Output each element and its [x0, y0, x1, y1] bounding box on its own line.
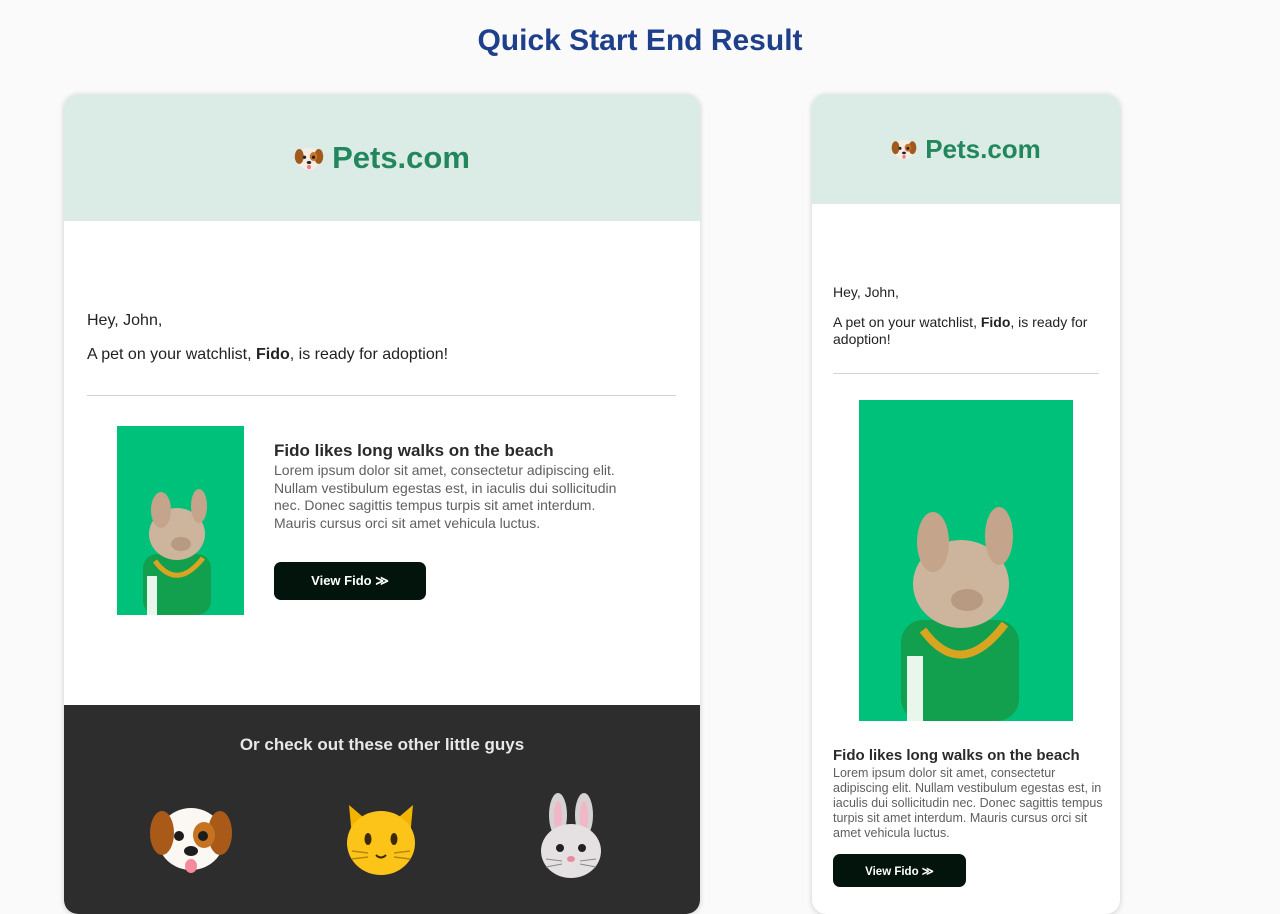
brand-name: Pets.com [925, 133, 1041, 164]
dog-face-icon [891, 136, 917, 162]
view-fido-button[interactable]: View Fido ≫ [274, 562, 426, 600]
greeting-text: Hey, John, [833, 284, 899, 300]
adoption-message: A pet on your watchlist, Fido, is ready … [833, 314, 1095, 348]
pet-name: Fido [980, 314, 1011, 330]
message-before: A pet on your watchlist, [833, 314, 981, 330]
divider [87, 395, 676, 396]
divider [833, 373, 1099, 374]
rabbit-face-icon[interactable] [526, 793, 616, 883]
email-header: Pets.com [812, 94, 1120, 204]
dog-face-icon[interactable] [146, 793, 236, 883]
email-header: Pets.com [64, 94, 700, 221]
pet-photo [859, 400, 1073, 721]
pet-description: Lorem ipsum dolor sit amet, consectetur … [833, 766, 1103, 840]
footer-section: Or check out these other little guys [64, 705, 700, 914]
footer-title: Or check out these other little guys [239, 735, 525, 754]
pet-heading: Fido likes long walks on the beach [274, 441, 554, 460]
adoption-message: A pet on your watchlist, Fido, is ready … [87, 346, 448, 364]
pet-photo [117, 426, 244, 615]
view-fido-button[interactable]: View Fido ≫ [833, 854, 966, 887]
message-after: , is ready for adoption! [289, 346, 449, 363]
email-preview-mobile: Pets.com Hey, John, A pet on your watchl… [812, 94, 1120, 914]
brand-logo: Pets.com [891, 134, 1041, 165]
brand-name: Pets.com [332, 139, 470, 175]
page-title: Quick Start End Result [477, 24, 803, 57]
greeting-text: Hey, John, [87, 312, 163, 329]
pet-description: Lorem ipsum dolor sit amet, consectetur … [274, 462, 617, 531]
pet-name: Fido [255, 346, 290, 363]
pet-heading: Fido likes long walks on the beach [833, 747, 1080, 764]
cat-face-icon[interactable] [336, 793, 426, 883]
email-preview-desktop: Pets.com Hey, John, A pet on your watchl… [64, 94, 700, 914]
dog-face-icon [294, 143, 324, 173]
message-before: A pet on your watchlist, [87, 346, 256, 363]
brand-logo: Pets.com [294, 140, 470, 176]
